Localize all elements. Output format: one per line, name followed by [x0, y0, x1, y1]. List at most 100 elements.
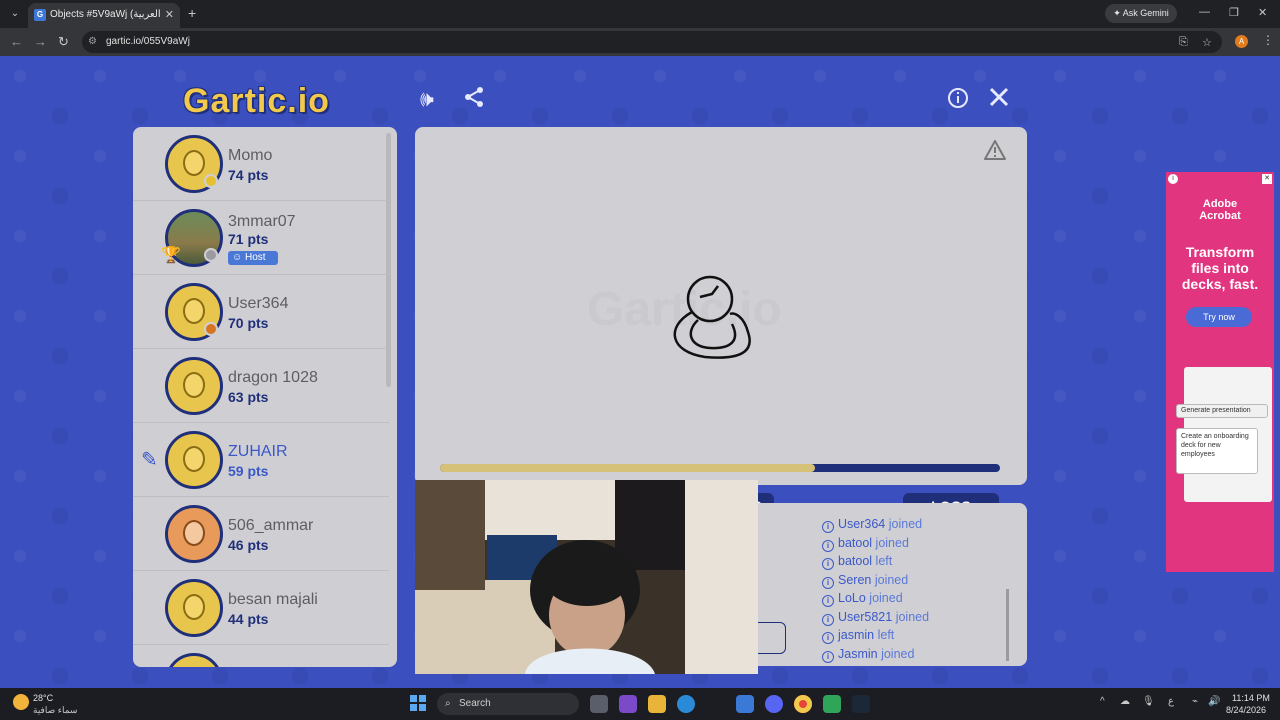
microphone-icon[interactable]: 🎙	[1142, 696, 1155, 707]
active-tab[interactable]: G Objects #5V9aWj (العربية) - Gar ✕	[28, 3, 180, 28]
new-tab-button[interactable]: +	[188, 5, 196, 21]
edge-icon[interactable]	[677, 695, 695, 713]
player-row-drawing[interactable]: ✎ ZUHAIR 59 pts	[133, 423, 389, 497]
weather-moon-icon[interactable]	[13, 694, 29, 710]
player-row[interactable]: Momo 74 pts	[133, 127, 389, 201]
trophy-icon: 🏆	[161, 247, 181, 264]
answer-input[interactable]	[758, 622, 786, 654]
log-action: joined	[888, 517, 923, 531]
mail-icon[interactable]	[736, 695, 754, 713]
ask-gemini-button[interactable]: ✦ Ask Gemini	[1105, 4, 1177, 23]
info-icon[interactable]	[947, 87, 969, 115]
player-name: 3mmar07	[228, 213, 296, 230]
ask-gemini-label: Ask Gemini	[1122, 8, 1169, 18]
log-entry: i batool left	[822, 554, 892, 570]
ad-brand-line2: Acrobat	[1199, 210, 1241, 222]
round-timer-bar	[440, 464, 1000, 472]
address-bar[interactable]: ⚙ gartic.io/055V9aWj ⎘ ☆	[82, 31, 1222, 53]
minimize-icon[interactable]: —	[1199, 6, 1210, 18]
info-circle-icon: i	[822, 576, 834, 589]
ad-headline-line3: decks, fast.	[1181, 276, 1259, 292]
player-row[interactable]: dragon 1028 63 pts	[133, 349, 389, 423]
back-arrow-icon[interactable]: ←	[10, 34, 23, 49]
log-entry: i batool joined	[822, 536, 909, 552]
log-entry: i LoLo joined	[822, 591, 903, 607]
log-user: batool	[838, 554, 873, 568]
browser-toolbar: ← → ↻ ⚙ gartic.io/055V9aWj ⎘ ☆	[0, 28, 1280, 56]
logs-scrollbar[interactable]	[1006, 589, 1009, 661]
log-action: left	[875, 554, 893, 568]
store-icon[interactable]	[619, 695, 637, 713]
adobe-acrobat-ad[interactable]: i ✕ Adobe Acrobat Transform files into d…	[1166, 172, 1274, 572]
bookmark-star-icon[interactable]: ☆	[1202, 36, 1212, 49]
player-row[interactable]: 🏆 3mmar07 71 pts ☺ Host	[133, 201, 389, 275]
android-app-icon[interactable]	[823, 695, 841, 713]
info-circle-icon: i	[822, 632, 834, 644]
site-info-icon[interactable]: ⚙	[88, 36, 97, 47]
input-language[interactable]: ع	[1168, 696, 1174, 707]
player-name: 506_ammar	[228, 517, 314, 534]
log-user: User364	[838, 517, 886, 531]
log-action: joined	[874, 572, 909, 587]
gartic-favicon-icon: G	[34, 9, 46, 21]
taskbar-search[interactable]: ⌕ Search	[437, 693, 579, 715]
share-icon[interactable]	[463, 86, 485, 114]
player-row-partial[interactable]	[133, 645, 389, 667]
log-user: Jasmin	[838, 646, 878, 661]
clock-date[interactable]: 8/24/2026	[1226, 705, 1266, 715]
player-points: 63 pts	[228, 389, 269, 405]
log-action: joined	[895, 609, 930, 624]
report-warning-icon[interactable]	[983, 139, 1007, 167]
player-name: dragon 1028	[228, 369, 318, 386]
webcam-overlay	[415, 480, 758, 674]
log-entry: i User5821 joined	[822, 610, 929, 626]
browser-menu-icon[interactable]: ⋮	[1262, 33, 1274, 47]
restore-icon[interactable]: ❐	[1229, 6, 1239, 19]
weather-description: سماء صافية	[33, 705, 78, 715]
sound-icon[interactable]: 🕪	[420, 86, 434, 112]
player-row[interactable]: 506_ammar 46 pts	[133, 497, 389, 571]
windows-start-icon[interactable]	[410, 695, 426, 711]
discord-icon[interactable]	[765, 695, 783, 713]
webcam-image	[415, 480, 758, 674]
volume-icon[interactable]: 🔊	[1208, 696, 1220, 707]
log-entry: i Jasmin joined	[822, 647, 914, 663]
player-row[interactable]: User364 70 pts	[133, 275, 389, 349]
screen: ⌄ G Objects #5V9aWj (العربية) - Gar ✕ + …	[0, 0, 1280, 720]
profile-avatar[interactable]: A	[1235, 35, 1248, 48]
network-cloud-icon[interactable]: ☁	[1120, 696, 1130, 707]
wifi-icon[interactable]: ⌁	[1192, 696, 1198, 707]
log-entry: i User364 joined	[822, 517, 922, 533]
reload-icon[interactable]: ↻	[58, 34, 69, 50]
chrome-icon[interactable]	[794, 695, 812, 713]
install-app-icon[interactable]: ⎘	[1179, 36, 1188, 49]
log-user: User5821	[838, 609, 893, 624]
ad-try-now-button[interactable]: Try now	[1186, 307, 1252, 327]
avatar	[165, 505, 223, 563]
info-circle-icon: i	[822, 558, 834, 570]
log-user: Seren	[838, 572, 872, 587]
avatar	[165, 653, 223, 667]
clock-time[interactable]: 11:14 PM	[1232, 693, 1270, 703]
taskbar-search-label: Search	[459, 698, 491, 709]
window-close-icon[interactable]: ✕	[1258, 6, 1267, 19]
close-game-icon[interactable]	[988, 86, 1010, 114]
log-user: LoLo	[838, 591, 866, 605]
tab-search-chevron-icon[interactable]: ⌄	[6, 5, 24, 23]
forward-arrow-icon[interactable]: →	[34, 34, 47, 49]
tab-close-icon[interactable]: ✕	[165, 8, 174, 21]
ad-close-icon[interactable]: ✕	[1262, 174, 1272, 184]
player-row[interactable]: besan majali 44 pts	[133, 571, 389, 645]
ad-generate-label: Generate presentation	[1176, 404, 1268, 418]
player-points: 71 pts	[228, 231, 269, 247]
steam-icon[interactable]	[852, 695, 870, 713]
info-circle-icon: i	[822, 650, 834, 663]
task-view-icon[interactable]	[590, 695, 608, 713]
file-explorer-icon[interactable]	[648, 695, 666, 713]
drawing-canvas[interactable]: Gartic.io	[415, 127, 1027, 485]
ad-info-icon[interactable]: i	[1168, 174, 1178, 184]
avatar	[165, 357, 223, 415]
status-dot	[204, 322, 218, 336]
tray-overflow-icon[interactable]: ^	[1100, 696, 1105, 707]
gartic-logo: Gartic.io	[183, 82, 330, 120]
